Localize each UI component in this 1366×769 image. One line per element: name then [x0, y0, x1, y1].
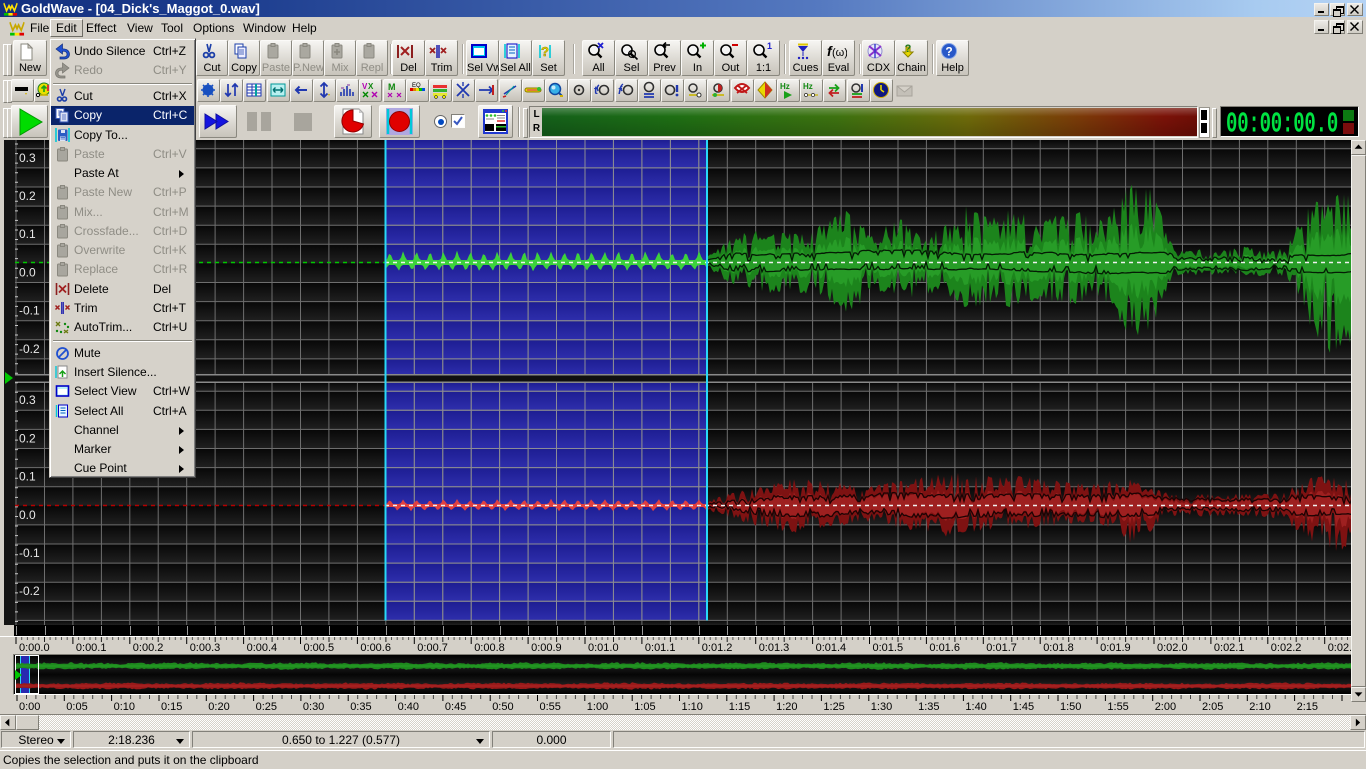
svg-text:0:01.8: 0:01.8 — [1043, 642, 1074, 654]
svg-text:0:01.3: 0:01.3 — [759, 642, 790, 654]
svg-text:1:20: 1:20 — [776, 701, 797, 713]
svg-text:1: 1 — [767, 42, 772, 51]
svg-text:M: M — [388, 82, 396, 92]
svg-text:0.0: 0.0 — [19, 508, 36, 522]
svg-text:-0.2: -0.2 — [19, 584, 40, 598]
svg-text:0:01.4: 0:01.4 — [816, 642, 847, 654]
svg-text:0:10: 0:10 — [114, 701, 135, 713]
svg-text:0:15: 0:15 — [161, 701, 182, 713]
svg-text:X: X — [368, 82, 374, 91]
svg-text:0.1: 0.1 — [19, 470, 36, 484]
svg-text:0.2: 0.2 — [19, 431, 36, 445]
svg-text:0:02.1: 0:02.1 — [1214, 642, 1245, 654]
svg-text:0:01.0: 0:01.0 — [588, 642, 619, 654]
svg-text:0:25: 0:25 — [256, 701, 277, 713]
svg-text:2:05: 2:05 — [1202, 701, 1223, 713]
svg-text:0:45: 0:45 — [445, 701, 466, 713]
svg-text:?: ? — [905, 43, 912, 55]
svg-text:0.3: 0.3 — [19, 151, 36, 165]
svg-text:0.2: 0.2 — [19, 189, 36, 203]
svg-text:0:00.0: 0:00.0 — [19, 642, 50, 654]
svg-text:-0.1: -0.1 — [19, 304, 40, 318]
svg-text:0:01.2: 0:01.2 — [702, 642, 733, 654]
svg-text:0:20: 0:20 — [208, 701, 229, 713]
svg-text:0:01.6: 0:01.6 — [929, 642, 960, 654]
svg-text:1:35: 1:35 — [918, 701, 939, 713]
svg-text:(ω): (ω) — [832, 47, 847, 59]
svg-text:0:01.7: 0:01.7 — [986, 642, 1017, 654]
svg-text:2:15: 2:15 — [1297, 701, 1318, 713]
svg-text:1:45: 1:45 — [1013, 701, 1034, 713]
svg-text:0:50: 0:50 — [492, 701, 513, 713]
svg-text:0:00: 0:00 — [19, 701, 40, 713]
svg-text:0:02.0: 0:02.0 — [1157, 642, 1188, 654]
svg-text:1:25: 1:25 — [823, 701, 844, 713]
svg-text:0:00.8: 0:00.8 — [474, 642, 505, 654]
svg-text:0:00.1: 0:00.1 — [76, 642, 107, 654]
svg-text:1:10: 1:10 — [682, 701, 703, 713]
svg-text:0:00.9: 0:00.9 — [531, 642, 562, 654]
svg-text:1:55: 1:55 — [1107, 701, 1128, 713]
svg-text:EQ: EQ — [412, 83, 421, 89]
svg-text:0:05: 0:05 — [66, 701, 87, 713]
svg-text:Hz: Hz — [803, 82, 813, 91]
svg-text:Hz: Hz — [780, 82, 790, 91]
svg-text:0:01.9: 0:01.9 — [1100, 642, 1131, 654]
svg-text:2:10: 2:10 — [1249, 701, 1270, 713]
svg-text:1:00: 1:00 — [587, 701, 608, 713]
svg-text:0.3: 0.3 — [19, 393, 36, 407]
svg-text:-0.1: -0.1 — [19, 546, 40, 560]
svg-text:1:40: 1:40 — [965, 701, 986, 713]
svg-text:2:00: 2:00 — [1155, 701, 1176, 713]
svg-text:0:00.7: 0:00.7 — [417, 642, 448, 654]
svg-text:-0.2: -0.2 — [19, 342, 40, 356]
svg-text:0:00.3: 0:00.3 — [190, 642, 221, 654]
svg-text:0.0: 0.0 — [19, 265, 36, 279]
svg-text:0:01.5: 0:01.5 — [873, 642, 904, 654]
svg-text:0.1: 0.1 — [19, 227, 36, 241]
svg-text:0:00.4: 0:00.4 — [247, 642, 278, 654]
svg-text:0:01.1: 0:01.1 — [645, 642, 676, 654]
svg-text:0:00.6: 0:00.6 — [360, 642, 391, 654]
svg-text:0:40: 0:40 — [398, 701, 419, 713]
svg-text:1:05: 1:05 — [634, 701, 655, 713]
svg-text:?: ? — [945, 45, 952, 59]
svg-text:0:00.2: 0:00.2 — [133, 642, 164, 654]
svg-text:0:55: 0:55 — [540, 701, 561, 713]
svg-text:1:30: 1:30 — [871, 701, 892, 713]
svg-text:0:00.5: 0:00.5 — [304, 642, 335, 654]
svg-text:1:50: 1:50 — [1060, 701, 1081, 713]
svg-text:?: ? — [541, 44, 549, 59]
svg-text:1:15: 1:15 — [729, 701, 750, 713]
svg-text:0:02.2: 0:02.2 — [1271, 642, 1302, 654]
svg-text:0:30: 0:30 — [303, 701, 324, 713]
svg-text:0:35: 0:35 — [350, 701, 371, 713]
